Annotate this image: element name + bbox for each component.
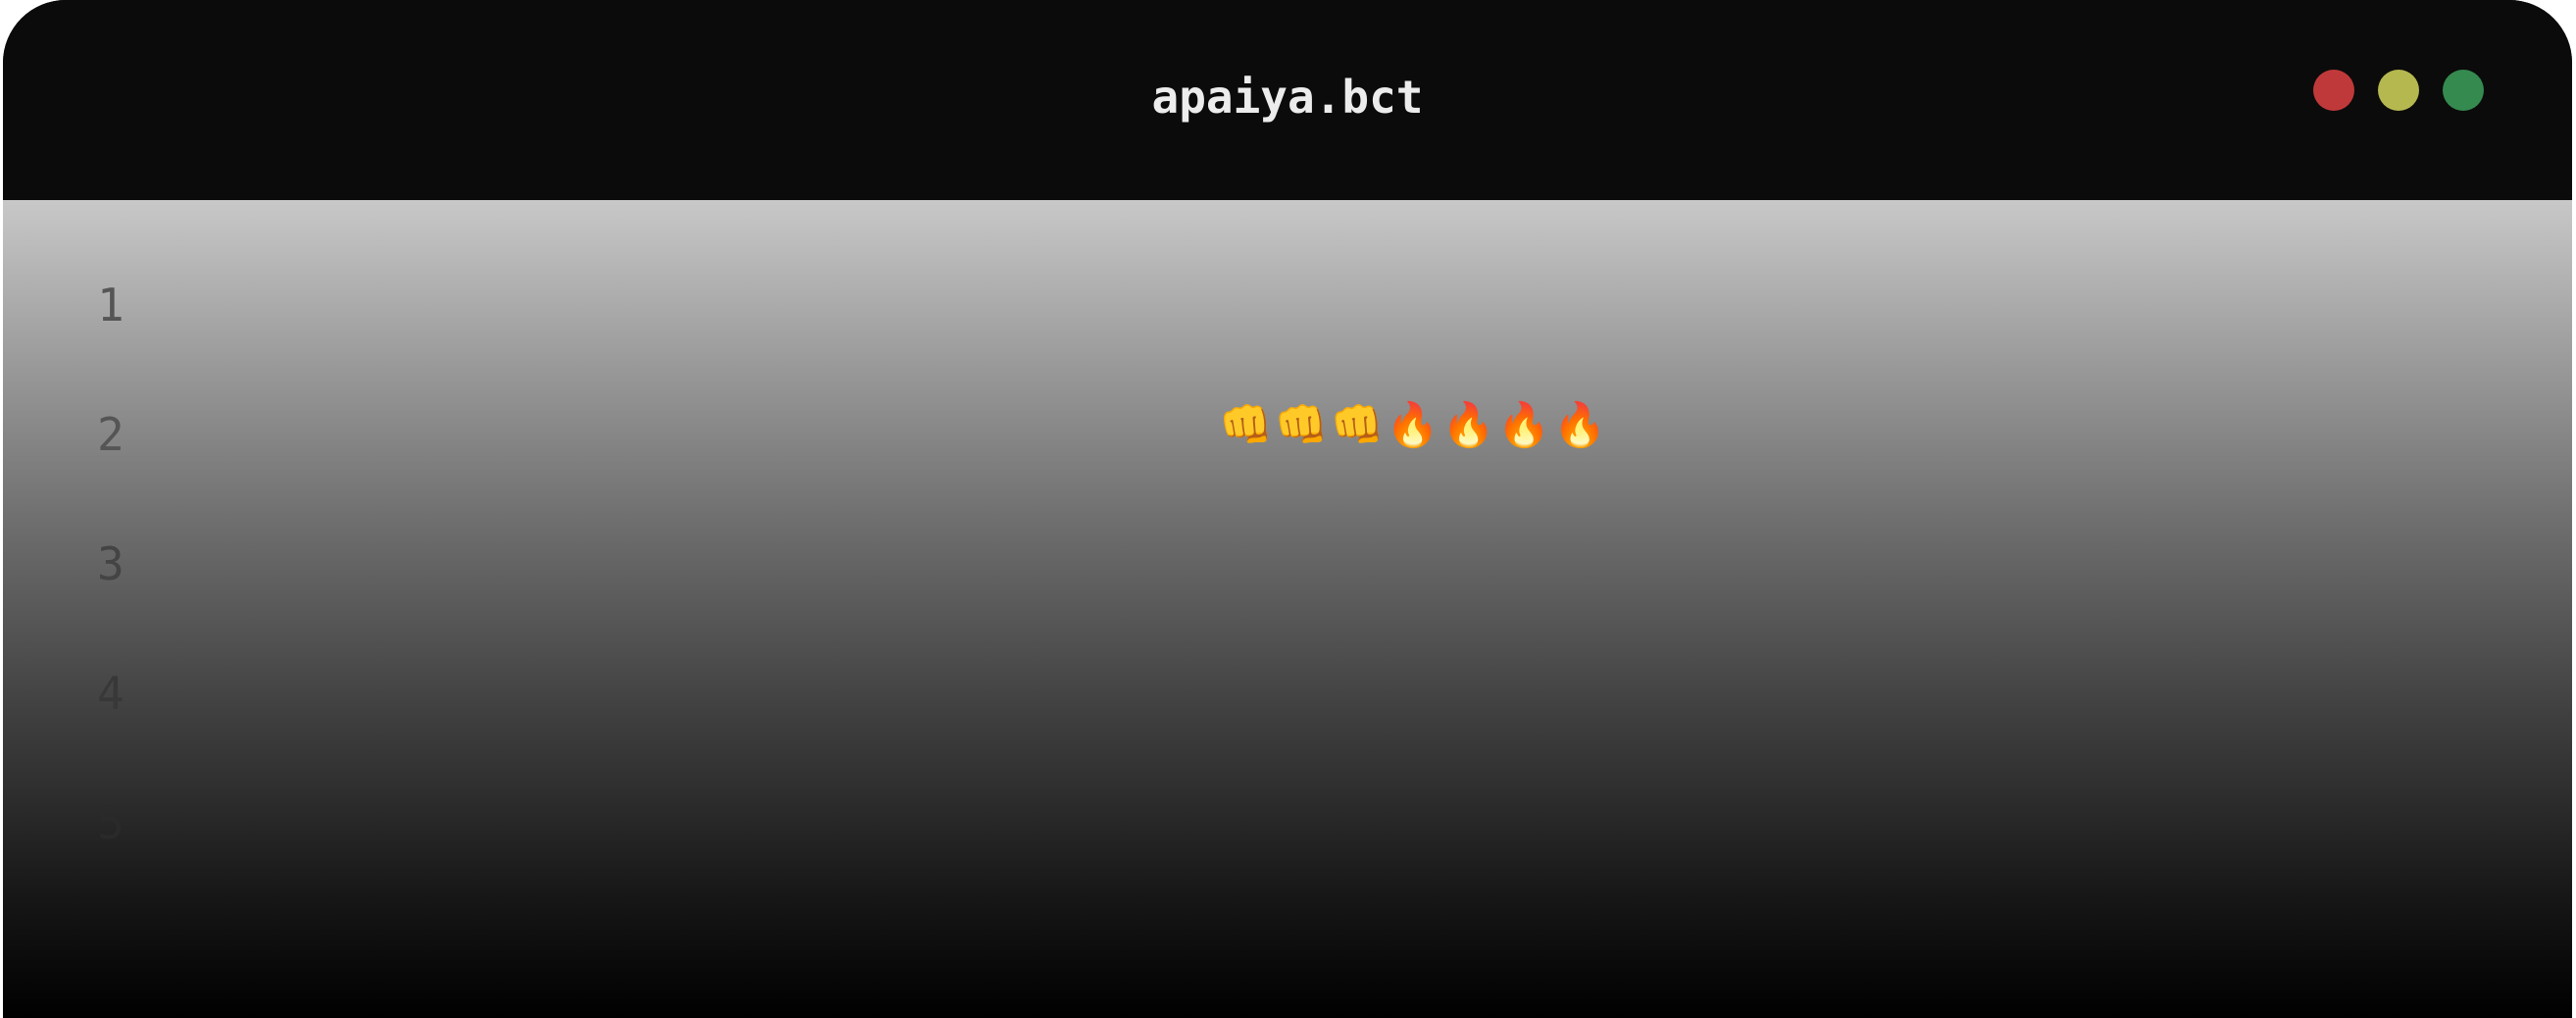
line-number: 2 xyxy=(97,408,125,461)
title-bar[interactable]: apaiya.bct xyxy=(3,0,2572,200)
editor-line[interactable]: 2 👊👊👊🔥🔥🔥🔥 xyxy=(3,404,2572,541)
line-number: 4 xyxy=(97,667,125,720)
window-controls xyxy=(2313,70,2484,111)
close-button[interactable] xyxy=(2313,70,2354,111)
line-number: 3 xyxy=(97,537,125,590)
editor-line[interactable]: 3 xyxy=(3,541,2572,671)
editor-area[interactable]: 1 2 👊👊👊🔥🔥🔥🔥 3 4 5 xyxy=(3,200,2572,1018)
editor-line[interactable]: 1 xyxy=(3,282,2572,412)
line-text[interactable]: 👊👊👊🔥🔥🔥🔥 xyxy=(1219,404,1609,447)
minimize-button[interactable] xyxy=(2378,70,2419,111)
editor-line[interactable]: 4 xyxy=(3,671,2572,800)
window-title: apaiya.bct xyxy=(1151,71,1424,124)
maximize-button[interactable] xyxy=(2443,70,2484,111)
editor-line[interactable]: 5 xyxy=(3,800,2572,930)
line-number: 5 xyxy=(97,796,125,849)
line-number: 1 xyxy=(97,279,125,331)
editor-window: apaiya.bct 1 2 👊👊👊🔥🔥🔥🔥 3 4 5 xyxy=(3,0,2572,1018)
